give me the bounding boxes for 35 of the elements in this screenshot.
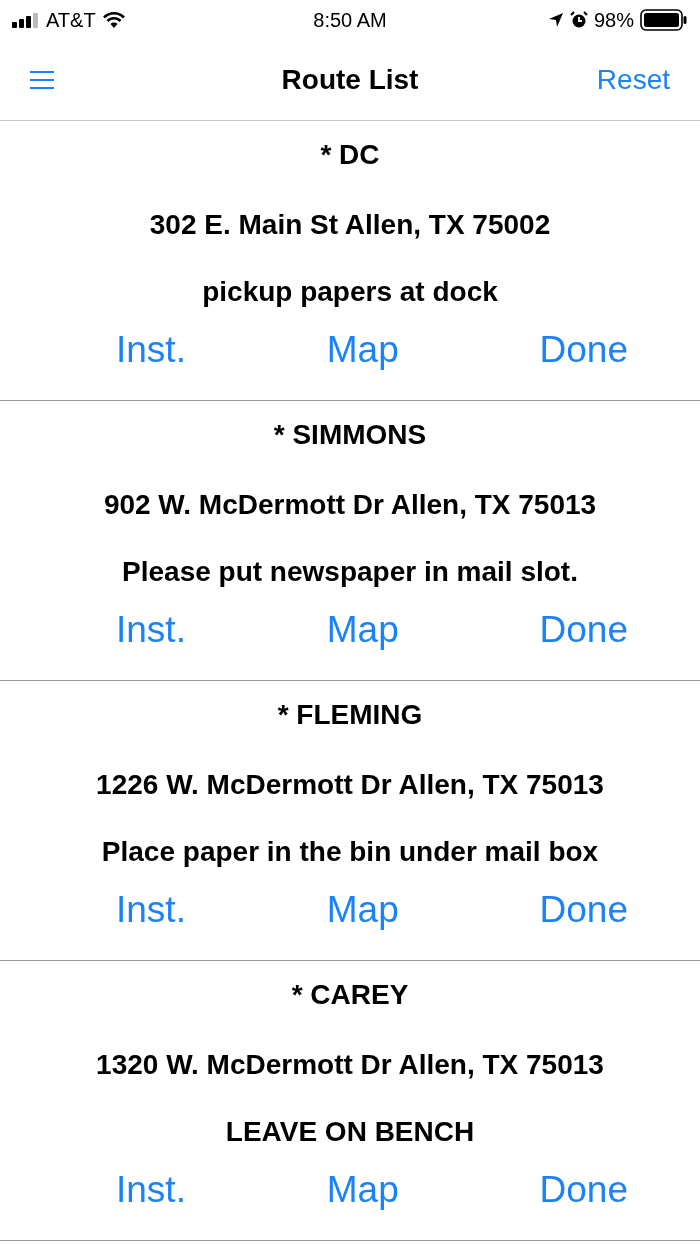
battery-percent: 98% [593,8,634,32]
stop-name: * FLEMING [277,698,423,732]
wifi-icon [101,11,126,29]
carrier-label: AT&T [46,8,96,32]
stop-address: 902 W. McDermott Dr Allen, TX 75013 [103,488,597,522]
action-button[interactable]: Done [539,325,628,375]
stop-note: Please put newspaper in mail slot. [122,555,578,589]
stop-note: Place paper in the bin under mail box [101,835,599,869]
stop-address: 1226 W. McDermott Dr Allen, TX 75013 [96,768,604,802]
action-button[interactable]: Done [539,605,628,655]
action-button[interactable]: Done [539,1165,628,1215]
stop-name: * CAREY [291,978,409,1012]
action-button[interactable]: Done [539,885,628,935]
reset-button[interactable]: Reset [596,64,670,96]
action-button[interactable]: Inst. [116,605,186,655]
nav-title: Route List [281,64,419,96]
action-button[interactable]: Map [326,605,399,655]
stop-address: 302 E. Main St Allen, TX 75002 [149,208,551,242]
stop-name: * DC [320,138,380,172]
action-button[interactable]: Map [326,1165,399,1215]
action-button[interactable]: Inst. [116,1165,186,1215]
action-button[interactable]: Map [326,325,399,375]
signal-icon [12,12,40,28]
stop-name: * SIMMONS [273,418,427,452]
location-arrow-icon [547,12,564,28]
stop-address: 1320 W. McDermott Dr Allen, TX 75013 [96,1048,604,1082]
stop-note: LEAVE ON BENCH [225,1115,475,1149]
status-time: 8:50 AM [313,8,387,32]
action-button[interactable]: Inst. [116,885,186,935]
action-button[interactable]: Map [326,885,399,935]
alarm-clock-icon [569,11,588,29]
stop-note: pickup papers at dock [202,275,498,309]
menu-button[interactable] [28,69,56,91]
action-button[interactable]: Inst. [116,325,186,375]
battery-icon [640,9,688,31]
